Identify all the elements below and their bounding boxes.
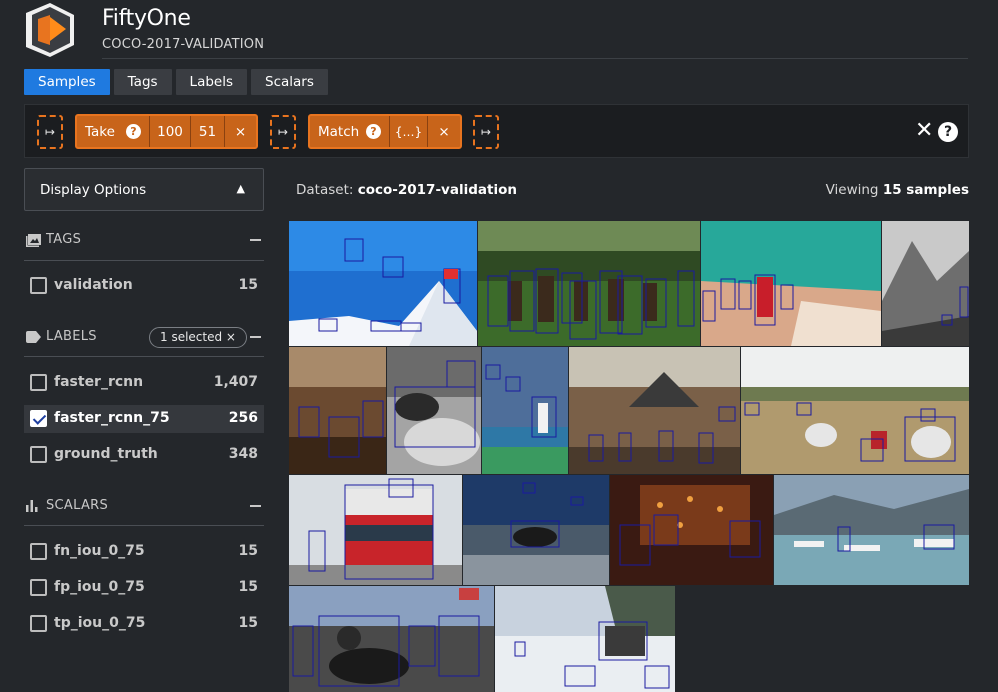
sample-thumbnail[interactable] — [289, 347, 386, 474]
match-stage-label: Match — [318, 123, 360, 140]
tag-row-validation[interactable]: validation 15 — [24, 272, 264, 300]
scalar-row-tp-iou[interactable]: tp_iou_0_75 15 — [24, 610, 264, 638]
sample-thumbnail[interactable] — [463, 475, 609, 585]
dataset-name-line: Dataset: coco-2017-validation — [296, 182, 517, 198]
sample-thumbnail[interactable] — [482, 347, 568, 474]
checkbox[interactable] — [30, 374, 47, 391]
header-divider — [102, 58, 968, 59]
scalar-row-fn-iou[interactable]: fn_iou_0_75 15 — [24, 538, 264, 566]
label-field-count: 256 — [228, 410, 258, 426]
sample-thumbnail[interactable] — [289, 221, 477, 346]
sample-thumbnail[interactable] — [774, 475, 969, 585]
tag-name: validation — [54, 277, 133, 293]
label-row-ground-truth[interactable]: ground_truth 348 — [24, 441, 264, 469]
take-stage-name[interactable]: Take ? — [77, 116, 150, 147]
scalar-field-count: 15 — [238, 579, 258, 595]
checkbox[interactable] — [30, 615, 47, 632]
display-options-label: Display Options — [40, 182, 147, 198]
label-field-count: 348 — [228, 446, 258, 462]
checkbox[interactable] — [30, 277, 47, 294]
take-stage: Take ? 100 51 × — [75, 114, 258, 149]
add-stage-button[interactable]: ↦ — [473, 115, 499, 149]
bar-chart-icon — [26, 500, 38, 512]
sample-thumbnail[interactable] — [387, 347, 481, 474]
dataset-name: coco-2017-validation — [357, 182, 517, 198]
scalar-field-count: 15 — [238, 543, 258, 559]
main-tabs: Samples Tags Labels Scalars — [24, 69, 328, 95]
dataset-prefix: Dataset: — [296, 182, 354, 198]
sample-thumbnail[interactable] — [569, 347, 740, 474]
scalar-field-count: 15 — [238, 615, 258, 631]
label-field-count: 1,407 — [213, 374, 258, 390]
add-stage-button[interactable]: ↦ — [270, 115, 296, 149]
sample-thumbnail[interactable] — [610, 475, 773, 585]
label-row-faster-rcnn[interactable]: faster_rcnn 1,407 — [24, 369, 264, 397]
tags-section-title: TAGS — [46, 232, 82, 247]
scalars-section-header[interactable]: SCALARS — [24, 497, 264, 517]
match-stage: Match ? {…} × — [308, 114, 462, 149]
checkbox[interactable] — [30, 543, 47, 560]
display-options-toggle[interactable]: Display Options ▲ — [24, 168, 264, 211]
tag-icon — [26, 331, 41, 343]
scalar-row-fp-iou[interactable]: fp_iou_0_75 15 — [24, 574, 264, 602]
chevron-up-icon: ▲ — [236, 182, 245, 195]
label-field-name: faster_rcnn_75 — [54, 410, 170, 426]
match-stage-name[interactable]: Match ? — [310, 116, 390, 147]
scalars-section-title: SCALARS — [46, 498, 109, 513]
section-divider — [24, 260, 264, 261]
collapse-icon[interactable] — [250, 505, 261, 507]
sample-thumbnail[interactable] — [495, 586, 675, 692]
clear-view-icon[interactable]: ✕ — [915, 119, 933, 143]
selected-labels-pill[interactable]: 1 selected × — [149, 327, 247, 348]
view-bar: ↦ Take ? 100 51 × ↦ Match ? {…} × ↦ ✕ ? — [24, 104, 969, 158]
add-stage-button[interactable]: ↦ — [37, 115, 63, 149]
sample-thumbnail[interactable] — [289, 586, 494, 692]
image-icon — [26, 234, 41, 247]
sample-thumbnail[interactable] — [701, 221, 881, 346]
scalar-field-name: fn_iou_0_75 — [54, 543, 145, 559]
section-divider — [24, 525, 264, 526]
help-icon[interactable]: ? — [938, 122, 958, 142]
checkbox-checked[interactable] — [30, 410, 47, 427]
tab-tags[interactable]: Tags — [113, 69, 172, 95]
take-size-param[interactable]: 100 — [150, 116, 191, 147]
label-row-faster-rcnn-75[interactable]: faster_rcnn_75 256 — [24, 405, 264, 433]
tag-count: 15 — [238, 277, 258, 293]
fiftyone-logo — [26, 3, 74, 57]
tab-scalars[interactable]: Scalars — [251, 69, 328, 95]
collapse-icon[interactable] — [250, 336, 261, 338]
sample-thumbnail[interactable] — [741, 347, 969, 474]
take-stage-label: Take — [85, 123, 115, 140]
scalar-field-name: tp_iou_0_75 — [54, 615, 146, 631]
scalar-field-name: fp_iou_0_75 — [54, 579, 145, 595]
tags-section-header[interactable]: TAGS — [24, 231, 264, 251]
checkbox[interactable] — [30, 579, 47, 596]
dataset-subtitle: COCO-2017-VALIDATION — [102, 37, 265, 52]
tab-labels[interactable]: Labels — [175, 69, 247, 95]
match-remove-button[interactable]: × — [428, 116, 460, 147]
label-field-name: faster_rcnn — [54, 374, 144, 390]
tab-samples[interactable]: Samples — [24, 69, 110, 95]
match-filter-param[interactable]: {…} — [390, 116, 428, 147]
collapse-icon[interactable] — [250, 239, 261, 241]
viewing-count: 15 samples — [882, 182, 969, 198]
sample-thumbnail[interactable] — [882, 221, 969, 346]
checkbox[interactable] — [30, 446, 47, 463]
sample-thumbnail[interactable] — [289, 475, 462, 585]
sample-thumbnail[interactable] — [478, 221, 700, 346]
take-seed-param[interactable]: 51 — [191, 116, 225, 147]
labels-section-title: LABELS — [46, 329, 97, 344]
app-title: FiftyOne — [102, 6, 191, 31]
viewing-prefix: Viewing — [825, 182, 879, 198]
viewing-count-line: Viewing 15 samples — [826, 182, 969, 198]
match-help-icon[interactable]: ? — [366, 124, 381, 139]
take-help-icon[interactable]: ? — [126, 124, 141, 139]
section-divider — [24, 356, 264, 357]
take-remove-button[interactable]: × — [225, 116, 256, 147]
label-field-name: ground_truth — [54, 446, 158, 462]
